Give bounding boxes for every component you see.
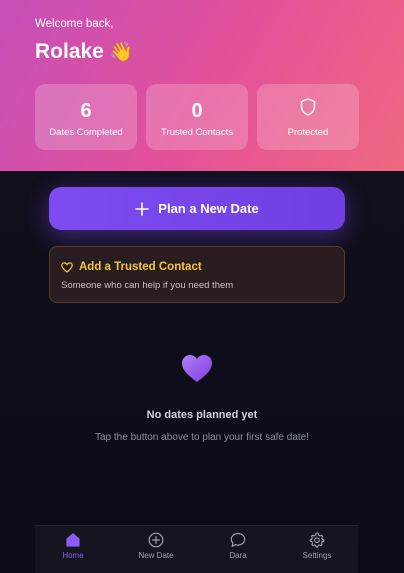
wave-icon: 👋 (109, 41, 134, 63)
nav-item-dara[interactable]: Dara (208, 526, 268, 573)
home-icon (66, 533, 80, 547)
heart-outline-icon (61, 261, 73, 273)
stat-protected: Protected (257, 84, 359, 150)
protected-label: Protected (287, 127, 329, 138)
trusted-contacts-label: Trusted Contacts (161, 127, 233, 138)
plan-new-date-button[interactable]: Plan a New Date (49, 187, 345, 230)
plan-new-date-label: Plan a New Date (158, 201, 259, 216)
user-name: Rolake 👋 (35, 40, 134, 64)
purple-heart-icon (182, 355, 212, 382)
add-trusted-contact-title-text: Add a Trusted Contact (79, 261, 202, 273)
nav-item-new-date[interactable]: New Date (126, 526, 186, 573)
shield-icon (300, 98, 316, 116)
gear-icon (309, 532, 325, 548)
plus-icon (135, 201, 150, 216)
app-screen: Welcome back, Rolake 👋 6 Dates Completed … (0, 0, 404, 573)
welcome-header: Welcome back, Rolake 👋 6 Dates Completed … (0, 0, 404, 171)
bottom-navigation: Home New Date Dara Settings (35, 525, 358, 573)
greeting-text: Welcome back, (35, 18, 114, 30)
dates-completed-label: Dates Completed (49, 127, 123, 138)
nav-item-home[interactable]: Home (43, 526, 103, 573)
add-trusted-contact-card[interactable]: Add a Trusted Contact Someone who can he… (49, 246, 345, 303)
add-trusted-contact-title: Add a Trusted Contact (61, 261, 202, 273)
nav-home-label: Home (62, 551, 84, 560)
add-trusted-contact-subtitle: Someone who can help if you need them (61, 280, 234, 291)
stat-trusted-contacts: 0 Trusted Contacts (146, 84, 248, 150)
trusted-contacts-value: 0 (191, 100, 203, 122)
dates-completed-value: 6 (80, 100, 92, 122)
empty-state-subtitle: Tap the button above to plan your first … (94, 432, 310, 443)
nav-settings-label: Settings (302, 551, 332, 560)
user-name-text: Rolake (35, 40, 104, 63)
plus-circle-icon (148, 532, 164, 548)
nav-dara-label: Dara (229, 551, 247, 560)
chat-bubble-icon (230, 532, 246, 547)
stat-dates-completed: 6 Dates Completed (35, 84, 137, 150)
nav-item-settings[interactable]: Settings (287, 526, 347, 573)
empty-state-title: No dates planned yet (146, 409, 258, 421)
nav-new-date-label: New Date (138, 551, 174, 560)
